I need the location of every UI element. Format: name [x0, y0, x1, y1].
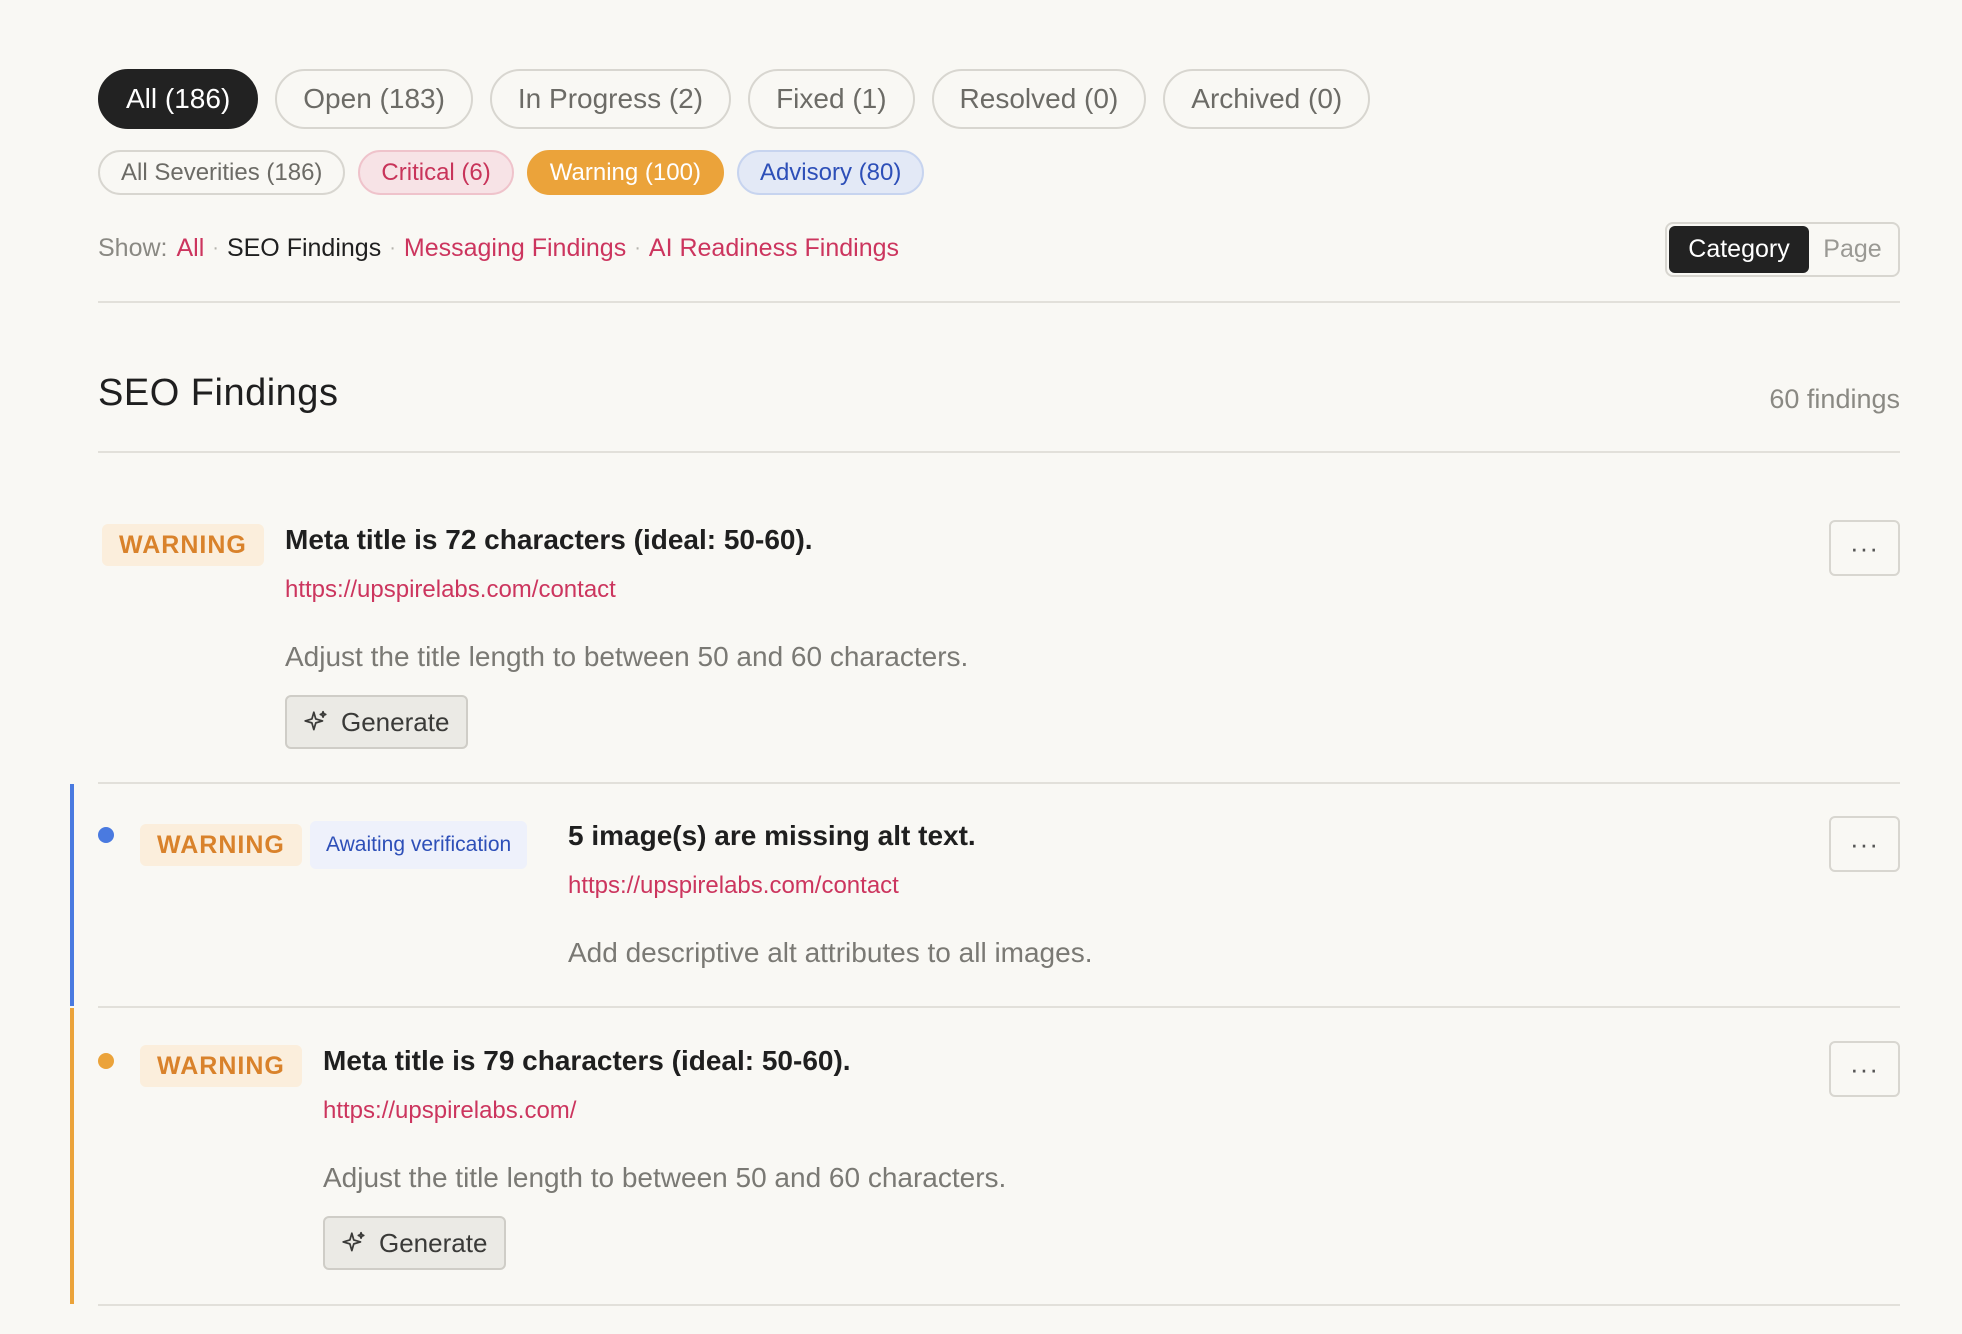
severity-badge: WARNING: [140, 824, 302, 866]
generate-button[interactable]: Generate: [285, 695, 469, 749]
unread-dot: [98, 827, 114, 843]
finding-description: Adjust the title length to between 50 an…: [323, 1162, 1007, 1193]
finding-url[interactable]: https://upspirelabs.com/contact: [568, 872, 899, 900]
severity-filter-warning[interactable]: Warning (100): [526, 150, 724, 195]
more-options-button[interactable]: ···: [1829, 1041, 1900, 1097]
status-filter-fixed[interactable]: Fixed (1): [748, 69, 915, 129]
finding-item: WARNING Meta title is 72 characters (ide…: [98, 520, 1900, 782]
finding-title: Meta title is 79 characters (ideal: 50-6…: [323, 1045, 851, 1076]
finding-description: Adjust the title length to between 50 an…: [285, 641, 969, 672]
finding-url[interactable]: https://upspirelabs.com/contact: [285, 576, 616, 604]
finding-item: WARNING Awaiting verification 5 image(s)…: [70, 784, 1900, 1006]
show-option-ai-readiness[interactable]: AI Readiness Findings: [649, 234, 899, 263]
show-option-all[interactable]: All: [176, 234, 204, 263]
status-filter-bar: All (186) Open (183) In Progress (2) Fix…: [98, 69, 1371, 129]
severity-filter-critical[interactable]: Critical (6): [358, 150, 514, 195]
divider: [98, 1304, 1900, 1306]
divider: [98, 451, 1900, 453]
group-by-category[interactable]: Category: [1669, 226, 1809, 273]
separator-dot: ·: [634, 237, 641, 259]
sparkle-icon: [304, 710, 327, 731]
status-indicator-bar: [70, 784, 74, 1006]
status-indicator-bar: [70, 1008, 74, 1304]
severity-badge: WARNING: [140, 1045, 302, 1087]
finding-url[interactable]: https://upspirelabs.com/: [323, 1097, 576, 1125]
generate-button-label: Generate: [341, 706, 450, 737]
sparkle-icon: [342, 1231, 365, 1252]
section-count: 60 findings: [1769, 384, 1900, 414]
group-by-page[interactable]: Page: [1809, 226, 1896, 273]
unread-dot: [98, 1053, 114, 1069]
finding-description: Add descriptive alt attributes to all im…: [568, 937, 1093, 968]
severity-badge: WARNING: [102, 524, 264, 566]
generate-button[interactable]: Generate: [323, 1216, 507, 1270]
section-title: SEO Findings: [98, 372, 339, 414]
show-option-seo[interactable]: SEO Findings: [227, 234, 381, 263]
finding-item: WARNING Meta title is 79 characters (ide…: [70, 1008, 1900, 1304]
show-label: Show:: [98, 234, 168, 262]
status-filter-all[interactable]: All (186): [98, 69, 259, 129]
category-show-filter: Show: All · SEO Findings · Messaging Fin…: [98, 234, 899, 263]
divider: [98, 301, 1900, 303]
severity-filter-advisory[interactable]: Advisory (80): [736, 150, 925, 195]
more-options-button[interactable]: ···: [1829, 520, 1900, 576]
separator-dot: ·: [212, 237, 219, 259]
finding-title: 5 image(s) are missing alt text.: [568, 820, 976, 851]
severity-filter-bar: All Severities (186) Critical (6) Warnin…: [98, 150, 925, 195]
finding-title: Meta title is 72 characters (ideal: 50-6…: [285, 524, 813, 555]
show-option-messaging[interactable]: Messaging Findings: [404, 234, 626, 263]
status-filter-open[interactable]: Open (183): [275, 69, 473, 129]
status-filter-resolved[interactable]: Resolved (0): [931, 69, 1147, 129]
separator-dot: ·: [389, 237, 396, 259]
more-options-button[interactable]: ···: [1829, 816, 1900, 872]
status-filter-in-progress[interactable]: In Progress (2): [489, 69, 732, 129]
status-badge: Awaiting verification: [310, 821, 528, 869]
status-filter-archived[interactable]: Archived (0): [1163, 69, 1371, 129]
group-by-toggle: Category Page: [1665, 222, 1900, 277]
severity-filter-all[interactable]: All Severities (186): [98, 150, 346, 195]
generate-button-label: Generate: [379, 1227, 488, 1258]
